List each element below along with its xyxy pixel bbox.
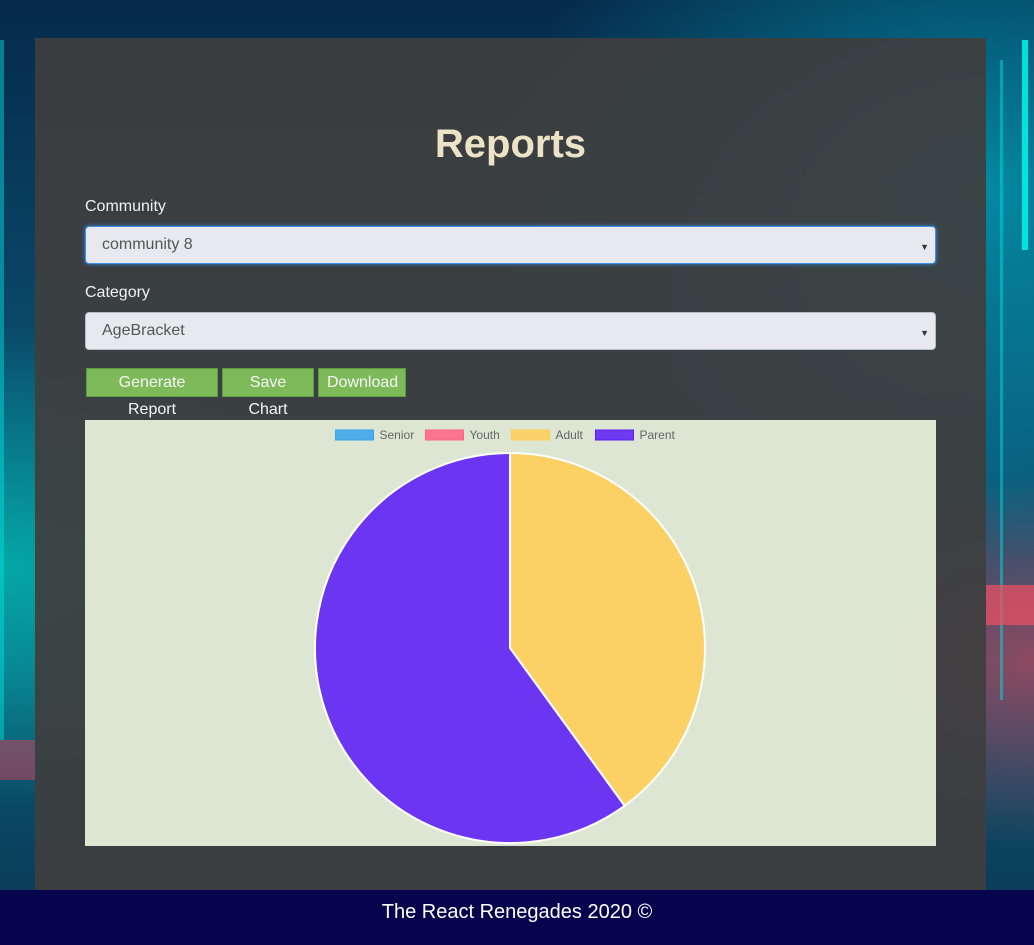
legend-label: Parent xyxy=(640,428,676,442)
page-title: Reports xyxy=(434,122,587,166)
chevron-down-icon: ▼ xyxy=(920,328,929,338)
reports-panel: Reports Community community 8 ▼ Category… xyxy=(35,38,986,890)
legend-swatch xyxy=(335,429,374,441)
save-chart-button[interactable]: Save Chart xyxy=(222,368,314,418)
download-button[interactable]: Download xyxy=(318,368,406,397)
background-streak xyxy=(0,740,35,780)
legend-swatch xyxy=(595,429,634,441)
community-select[interactable]: community 8 ▼ xyxy=(85,226,936,264)
category-select[interactable]: AgeBracket ▼ xyxy=(85,312,936,350)
generate-report-button[interactable]: Generate Report xyxy=(86,368,218,418)
category-select-value: AgeBracket xyxy=(102,322,185,339)
pie-chart-svg: Senior Youth Adult Parent xyxy=(314,428,706,844)
category-label: Category xyxy=(85,284,150,301)
community-select-value: community 8 xyxy=(102,236,193,253)
legend-item-parent[interactable]: Parent xyxy=(595,428,676,442)
legend-item-youth[interactable]: Youth xyxy=(425,428,500,442)
chevron-down-icon: ▼ xyxy=(920,242,929,252)
pie-chart: Senior Youth Adult Parent xyxy=(85,420,936,846)
community-label: Community xyxy=(85,198,166,215)
legend-swatch xyxy=(511,429,550,441)
footer: The React Renegades 2020 © xyxy=(0,890,1034,945)
footer-text: The React Renegades 2020 © xyxy=(381,901,653,923)
background-streak xyxy=(0,40,4,740)
legend-swatch xyxy=(425,429,464,441)
background-streak xyxy=(986,585,1034,625)
background-streak xyxy=(1022,40,1028,250)
legend-label: Adult xyxy=(556,428,584,442)
legend-label: Senior xyxy=(380,428,415,442)
legend-item-adult[interactable]: Adult xyxy=(511,428,584,442)
legend-label: Youth xyxy=(470,428,500,442)
legend-item-senior[interactable]: Senior xyxy=(335,428,415,442)
